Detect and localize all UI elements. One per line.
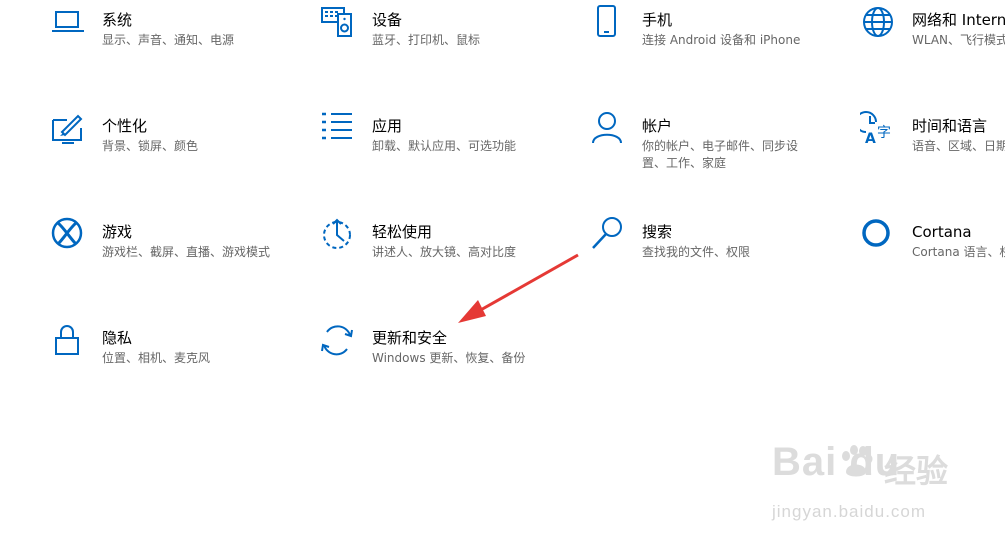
tile-title: 个性化 <box>102 117 148 135</box>
tile-gaming[interactable]: 游戏 游戏栏、截屏、直播、游戏模式 <box>50 216 310 306</box>
tile-title: 网络和 Internet <box>912 11 1005 29</box>
search-icon <box>590 216 626 252</box>
watermark-url: jingyan.baidu.com <box>772 502 927 521</box>
tile-title: 手机 <box>642 11 673 29</box>
time-language-icon: A字 <box>860 110 896 146</box>
tile-description: 连接 Android 设备和 iPhone <box>642 33 801 47</box>
cortana-icon <box>860 216 896 252</box>
tile-description: 背景、锁屏、颜色 <box>102 139 199 153</box>
tile-description: Cortana 语言、权限 <box>912 245 1005 259</box>
tile-description: 蓝牙、打印机、鼠标 <box>372 33 481 47</box>
tile-title: 系统 <box>102 11 133 29</box>
tile-title: Cortana <box>912 223 972 241</box>
lock-icon <box>50 322 86 358</box>
tile-cortana[interactable]: Cortana Cortana 语言、权限 <box>860 216 1005 306</box>
svg-text:字: 字 <box>877 125 891 141</box>
tile-search[interactable]: 搜索 查找我的文件、权限 <box>590 216 850 306</box>
laptop-icon <box>50 4 86 40</box>
tile-description: WLAN、飞行模式、VPN <box>912 33 1005 47</box>
tile-title: 应用 <box>372 117 403 135</box>
tile-accounts[interactable]: 帐户 你的帐户、电子邮件、同步设置、工作、家庭 <box>590 110 850 200</box>
globe-icon <box>860 4 896 40</box>
tile-description: 查找我的文件、权限 <box>642 245 751 259</box>
tile-personalization[interactable]: 个性化 背景、锁屏、颜色 <box>50 110 310 200</box>
watermark-brand-cn: 经验 <box>884 452 949 490</box>
tile-title: 设备 <box>372 11 403 29</box>
tile-title: 轻松使用 <box>372 223 433 241</box>
tile-apps[interactable]: 应用 卸载、默认应用、可选功能 <box>320 110 580 200</box>
paint-icon <box>50 110 86 146</box>
tile-title: 游戏 <box>102 223 133 241</box>
tile-description: 语音、区域、日期 <box>912 139 1005 153</box>
apps-list-icon <box>320 110 356 146</box>
tile-description: 讲述人、放大镜、高对比度 <box>372 245 517 259</box>
xbox-icon <box>50 216 86 252</box>
tile-time-language[interactable]: A字 时间和语言 语音、区域、日期 <box>860 110 1005 200</box>
devices-icon <box>320 4 356 40</box>
tile-description: 位置、相机、麦克风 <box>102 351 211 365</box>
tile-description: 你的帐户、电子邮件、同步设置、工作、家庭 <box>642 139 799 170</box>
person-icon <box>590 110 626 146</box>
tile-title: 帐户 <box>642 117 673 135</box>
tile-update-security[interactable]: 更新和安全 Windows 更新、恢复、备份 <box>320 322 580 412</box>
tile-description: 卸载、默认应用、可选功能 <box>372 139 517 153</box>
tile-ease-of-access[interactable]: 轻松使用 讲述人、放大镜、高对比度 <box>320 216 580 306</box>
tile-network[interactable]: 网络和 Internet WLAN、飞行模式、VPN <box>860 4 1005 94</box>
tile-title: 更新和安全 <box>372 329 448 347</box>
sync-icon <box>320 322 356 358</box>
tile-devices[interactable]: 设备 蓝牙、打印机、鼠标 <box>320 4 580 94</box>
tile-title: 时间和语言 <box>912 117 988 135</box>
tile-description: 游戏栏、截屏、直播、游戏模式 <box>102 245 271 259</box>
tile-description: Windows 更新、恢复、备份 <box>372 351 526 365</box>
paw-icon <box>842 445 873 477</box>
tile-system[interactable]: 系统 显示、声音、通知、电源 <box>50 4 310 94</box>
tile-title: 搜索 <box>642 223 673 241</box>
svg-text:A: A <box>865 131 876 146</box>
tile-title: 隐私 <box>102 329 133 347</box>
tile-phone[interactable]: 手机 连接 Android 设备和 iPhone <box>590 4 850 94</box>
tile-privacy[interactable]: 隐私 位置、相机、麦克风 <box>50 322 310 412</box>
ease-of-access-icon <box>320 216 356 252</box>
phone-icon <box>590 4 626 40</box>
tile-description: 显示、声音、通知、电源 <box>102 33 235 47</box>
baidu-jingyan-watermark: Bai du 经验 jingyan.baidu.com <box>772 440 992 530</box>
